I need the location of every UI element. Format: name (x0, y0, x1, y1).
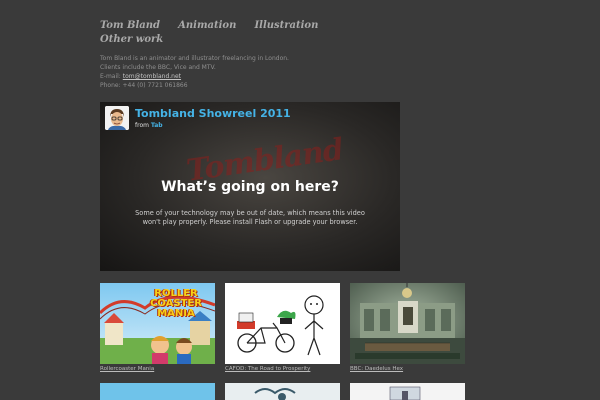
thumbnail-cafod-road-to-prosperity[interactable] (225, 283, 340, 364)
nav-item-other-work[interactable]: Other work (100, 34, 163, 45)
video-error-heading: What’s going on here? (161, 179, 339, 195)
thumbnail-bbc-daedelus-hex[interactable] (350, 283, 465, 364)
video-error-message: Some of your technology may be out of da… (135, 209, 365, 226)
bio-block: Tom Bland is an animator and illustrator… (100, 54, 289, 90)
bio-email-row: E-mail: tom@tombland.net (100, 72, 289, 81)
game-logo-text: ROLLER COASTER MANIA (150, 288, 202, 319)
thumbnail-caption[interactable]: BBC: Daedelus Hex (350, 366, 403, 372)
email-label: E-mail: (100, 73, 121, 80)
nav-item-tom-bland[interactable]: Tom Bland (100, 20, 160, 31)
thumbnail-caption[interactable]: CAFOD: The Road to Prosperity (225, 366, 310, 372)
thumbnail-row2-2[interactable] (225, 383, 340, 400)
email-link[interactable]: tom@tombland.net (123, 73, 181, 80)
bio-phone: Phone: +44 (0) 7721 061866 (100, 82, 188, 89)
thumbnail-row2-1[interactable] (100, 383, 215, 400)
main-nav: Tom Bland Animation Illustration Other w… (100, 17, 340, 45)
byline-from-label: from (135, 122, 149, 129)
byline-user-link[interactable]: Tab (151, 122, 163, 129)
video-byline: from Tab (135, 122, 163, 129)
bio-intro: Tom Bland is an animator and illustrator… (100, 55, 289, 62)
uploader-avatar[interactable] (105, 106, 129, 130)
thumbnail-caption[interactable]: Rollercoaster Mania (100, 366, 154, 372)
bio-clients: Clients include the BBC, Vice and MTV. (100, 64, 216, 71)
thumbnail-rollercoaster-mania[interactable]: ROLLER COASTER MANIA (100, 283, 215, 364)
nav-item-illustration[interactable]: Illustration (254, 20, 318, 31)
thumbnail-row2-3[interactable] (350, 383, 465, 400)
video-title[interactable]: Tombland Showreel 2011 (135, 107, 291, 120)
nav-item-animation[interactable]: Animation (178, 20, 236, 31)
